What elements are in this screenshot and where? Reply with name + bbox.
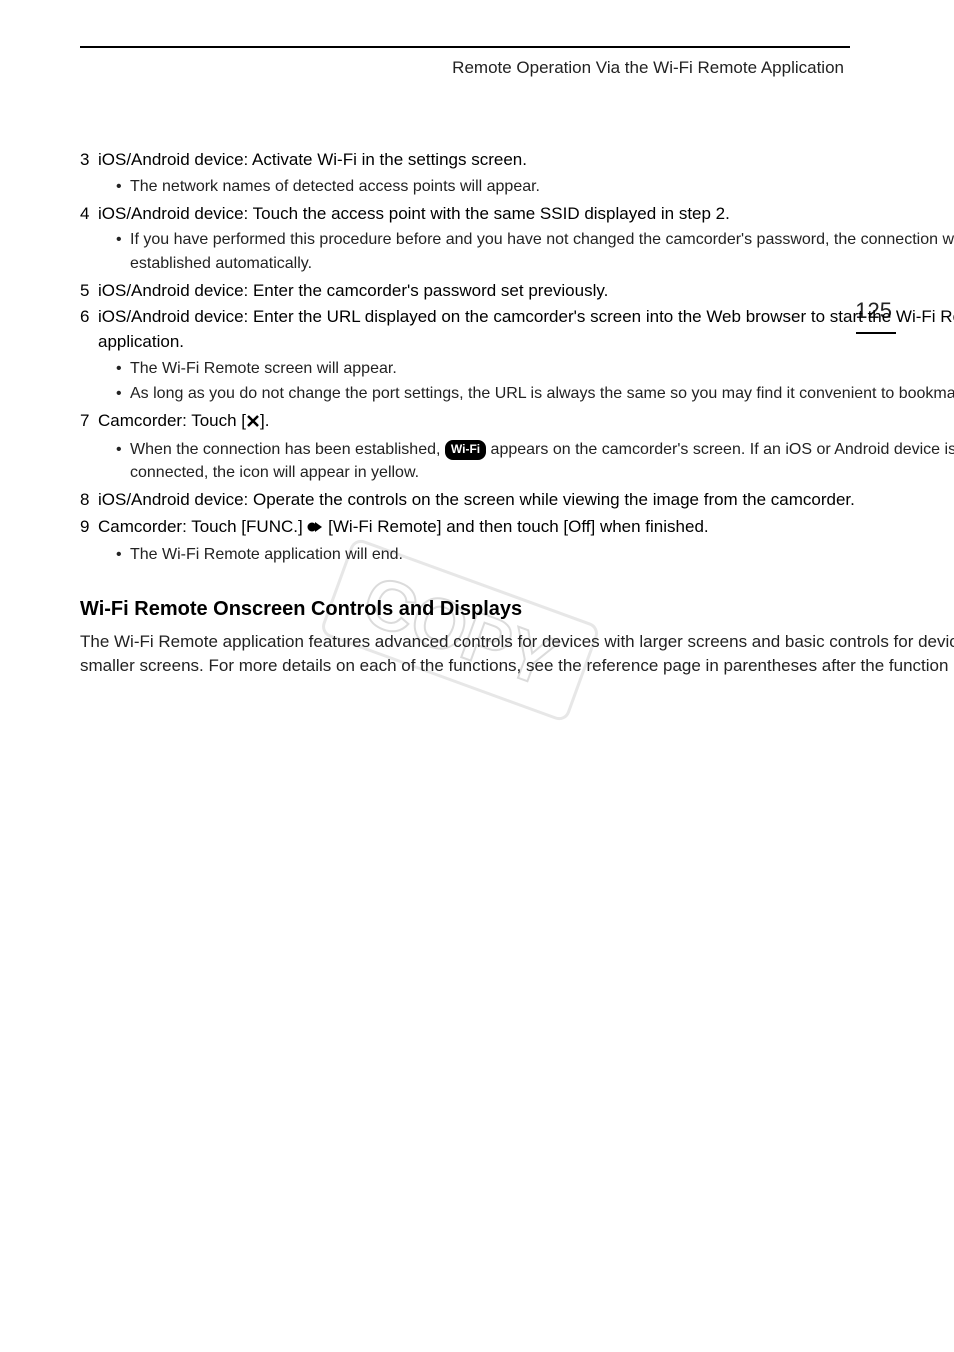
content-area: 3 iOS/Android device: Activate Wi-Fi in … [80,148,954,679]
step-8: 8 iOS/Android device: Operate the contro… [80,488,954,513]
step-number: 7 [80,409,98,434]
step-sub: When the connection has been established… [116,438,954,484]
step-text: Camcorder: Touch []. [98,409,954,436]
section-heading: Wi-Fi Remote Onscreen Controls and Displ… [80,595,954,624]
step-text: iOS/Android device: Enter the URL displa… [98,305,954,354]
step-sub: The Wi-Fi Remote application will end. [116,543,954,566]
steps-list: 3 iOS/Android device: Activate Wi-Fi in … [80,148,954,567]
step-number: 6 [80,305,98,330]
step-text-before: Camcorder: Touch [ [98,411,246,430]
step-number: 3 [80,148,98,173]
step-sub: If you have performed this procedure bef… [116,228,954,274]
step-5: 5 iOS/Android device: Enter the camcorde… [80,279,954,304]
sub-before: When the connection has been established… [130,441,445,458]
step-4: 4 iOS/Android device: Touch the access p… [80,202,954,275]
step-number: 9 [80,515,98,540]
close-icon [246,411,260,436]
step-sub: As long as you do not change the port se… [116,382,954,405]
proceed-arrow-icon [307,517,323,542]
step-3: 3 iOS/Android device: Activate Wi-Fi in … [80,148,954,198]
step-9: 9 Camcorder: Touch [FUNC.] [Wi-Fi Remote… [80,515,954,567]
step-number: 5 [80,279,98,304]
step-text: iOS/Android device: Operate the controls… [98,488,954,513]
step-7: 7 Camcorder: Touch []. When the connecti… [80,409,954,484]
step-sub: The network names of detected access poi… [116,175,954,198]
step-text: iOS/Android device: Activate Wi-Fi in th… [98,148,954,173]
step-sub: The Wi-Fi Remote screen will appear. [116,357,954,380]
step-6: 6 iOS/Android device: Enter the URL disp… [80,305,954,405]
header-title: Remote Operation Via the Wi-Fi Remote Ap… [452,58,844,78]
step-text: iOS/Android device: Enter the camcorder'… [98,279,954,304]
step-text-after: ]. [260,411,269,430]
step-text-before: Camcorder: Touch [FUNC.] [98,517,307,536]
wifi-badge-icon: Wi-Fi [445,440,486,460]
section-body: The Wi-Fi Remote application features ad… [80,630,954,679]
step-number: 8 [80,488,98,513]
step-text-after: [Wi-Fi Remote] and then touch [Off] when… [323,517,708,536]
step-text: iOS/Android device: Touch the access poi… [98,202,954,227]
step-number: 4 [80,202,98,227]
step-text: Camcorder: Touch [FUNC.] [Wi-Fi Remote] … [98,515,954,542]
header-rule [80,46,850,48]
